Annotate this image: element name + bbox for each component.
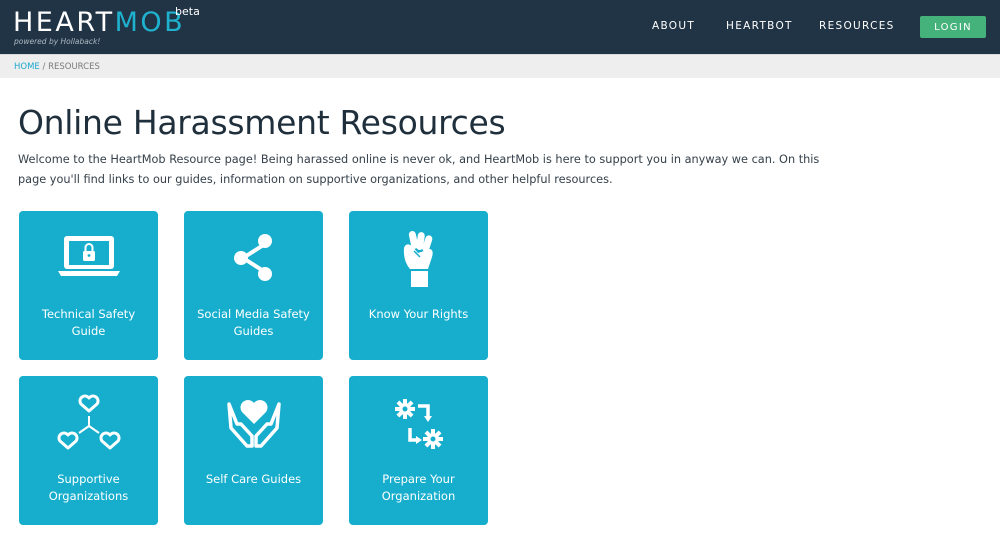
logo-word-heart: HEART	[13, 7, 115, 38]
tile-prepare-your-organization[interactable]: Prepare Your Organization	[349, 376, 488, 525]
nav-link-heartbot[interactable]: HEARTBOT	[726, 20, 793, 34]
share-icon	[184, 229, 323, 289]
page-title: Online Harassment Resources	[18, 103, 506, 142]
breadcrumb-separator: /	[42, 62, 46, 72]
logo-tagline[interactable]: powered by Hollaback!	[14, 37, 100, 46]
tile-label: Social Media Safety Guides	[197, 307, 310, 338]
heartmob-logo[interactable]: HEARTMOB beta powered by Hollaback!	[13, 5, 203, 47]
tile-supportive-organizations[interactable]: Supportive Organizations	[19, 376, 158, 525]
breadcrumb-current: RESOURCES	[48, 62, 100, 72]
breadcrumb-home-link[interactable]: HOME	[14, 62, 40, 72]
login-button[interactable]: LOGIN	[920, 16, 986, 38]
breadcrumb: HOME / RESOURCES	[14, 62, 100, 72]
breadcrumb-bar: HOME / RESOURCES	[0, 54, 1000, 78]
logo-wordmark: HEARTMOB	[13, 8, 185, 38]
top-navbar: HEARTMOB beta powered by Hollaback! ABOU…	[0, 0, 1000, 54]
connected-hearts-icon	[19, 394, 158, 454]
nav-link-resources[interactable]: RESOURCES	[819, 20, 895, 34]
tile-technical-safety-guide[interactable]: Technical Safety Guide	[19, 211, 158, 360]
nav-link-about[interactable]: ABOUT	[652, 20, 695, 34]
tile-social-media-safety-guides[interactable]: Social Media Safety Guides	[184, 211, 323, 360]
tile-self-care-guides[interactable]: Self Care Guides	[184, 376, 323, 525]
tile-label: Supportive Organizations	[48, 472, 129, 503]
tile-label: Know Your Rights	[368, 307, 469, 321]
tile-label: Self Care Guides	[205, 472, 302, 486]
gears-arrows-icon	[349, 394, 488, 454]
tile-know-your-rights[interactable]: Know Your Rights	[349, 211, 488, 360]
hands-heart-icon	[184, 394, 323, 454]
raised-fist-icon	[349, 229, 488, 289]
laptop-lock-icon	[19, 229, 158, 289]
tile-label: Technical Safety Guide	[41, 307, 136, 338]
beta-badge: beta	[175, 5, 200, 18]
intro-paragraph: Welcome to the HeartMob Resource page! B…	[18, 153, 820, 186]
tile-label: Prepare Your Organization	[381, 472, 456, 503]
